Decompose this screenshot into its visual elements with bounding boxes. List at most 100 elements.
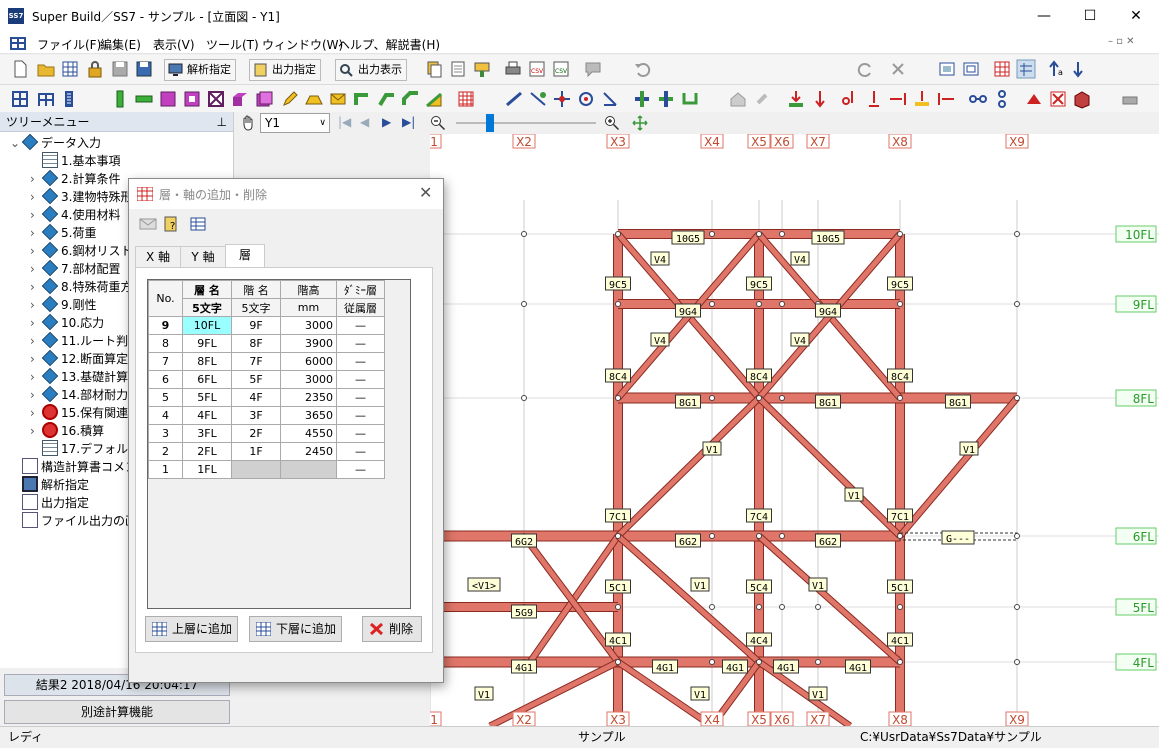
cell-no[interactable]: 5 — [148, 388, 183, 407]
cell-height[interactable]: 2450 — [280, 442, 337, 461]
column-icon[interactable] — [110, 89, 130, 109]
cell-dummy[interactable]: — — [336, 370, 385, 389]
csv-export-icon[interactable]: CSV — [527, 59, 547, 79]
cell-name[interactable]: 2FL — [182, 442, 232, 461]
table-row[interactable]: 3 3FL 2F 4550— — [148, 424, 385, 443]
cell-name[interactable]: 6FL — [182, 370, 232, 389]
table-view-icon[interactable] — [189, 216, 207, 232]
menu-window[interactable]: ウィンドウ(W) — [262, 36, 343, 53]
angle-icon[interactable] — [376, 89, 396, 109]
tree-item[interactable]: 1.基本事項 — [30, 152, 120, 170]
print-icon[interactable] — [503, 59, 523, 79]
table-row[interactable]: 8 9FL 8F 3900— — [148, 334, 385, 353]
tab-y-axis[interactable]: Y 軸 — [180, 246, 226, 268]
tree-item[interactable]: › 2.計算条件 — [30, 169, 120, 188]
cell-no[interactable]: 6 — [148, 370, 183, 389]
grid-file-icon[interactable] — [60, 59, 80, 79]
wall-3d-icon[interactable] — [254, 89, 274, 109]
rotate-icon[interactable] — [576, 89, 596, 109]
cell-name[interactable]: 5FL — [182, 388, 232, 407]
cell-height[interactable]: 3900 — [280, 334, 337, 353]
first-frame-button[interactable]: |◀ — [338, 115, 351, 129]
expander-icon[interactable]: › — [30, 188, 42, 206]
horizontal-load-icon[interactable] — [888, 89, 908, 109]
save-icon[interactable] — [110, 59, 130, 79]
output-spec-button[interactable]: 出力指定 — [249, 59, 321, 81]
add-above-button[interactable]: 上層に追加 — [145, 616, 238, 642]
zoom-in-icon[interactable] — [604, 115, 620, 131]
tree-item[interactable]: › 4.使用材料 — [30, 205, 120, 224]
tree-item[interactable]: › 9.剛性 — [30, 295, 96, 314]
cell-name[interactable]: 10FL — [182, 316, 232, 335]
analysis-button[interactable]: 解析指定 — [164, 59, 236, 81]
new-file-icon[interactable] — [10, 59, 30, 79]
cell-height[interactable]: 3650 — [280, 406, 337, 425]
tree-item[interactable]: › 13.基礎計算 — [30, 367, 128, 386]
tree-item[interactable]: › 15.保有関連 — [30, 404, 128, 422]
load-down-icon[interactable] — [786, 89, 806, 109]
member-icon[interactable] — [504, 89, 524, 109]
printer-settings-icon[interactable] — [1120, 89, 1140, 109]
splice-icon[interactable] — [656, 89, 676, 109]
view-frame-icon[interactable] — [937, 59, 957, 79]
zoom-out-icon[interactable] — [430, 115, 446, 131]
elevation-drawing[interactable]: X1 X1 X2 X2 X3 X3 X4 X4 X5 X5 X6 X6 X7 X7 X8 X8 X9 X9 10FL… — [404, 133, 1159, 730]
house-icon[interactable] — [728, 89, 748, 109]
close-button[interactable]: ✕ — [1113, 0, 1159, 32]
tree-item[interactable]: 出力指定 — [10, 494, 89, 512]
expander-icon[interactable]: › — [30, 350, 42, 368]
frame-elevation-icon[interactable] — [36, 89, 56, 109]
delete-grid-icon[interactable] — [1048, 89, 1068, 109]
cell-dummy[interactable]: — — [336, 316, 385, 335]
cell-no[interactable]: 1 — [148, 460, 183, 479]
table-row[interactable]: 9 10FL 9F 3000— — [148, 316, 385, 335]
undo-icon[interactable] — [632, 59, 652, 79]
cell-floor[interactable]: 7F — [231, 352, 281, 371]
fit-view-icon[interactable] — [632, 115, 648, 131]
add-below-button[interactable]: 下層に追加 — [249, 616, 342, 642]
link-icon[interactable] — [752, 89, 772, 109]
cell-no[interactable]: 7 — [148, 352, 183, 371]
last-frame-button[interactable]: ▶| — [402, 115, 415, 129]
table-row[interactable]: 6 6FL 5F 3000— — [148, 370, 385, 389]
point-load-icon[interactable] — [810, 89, 830, 109]
mdi-controls[interactable]: – ▫ ✕ — [1108, 36, 1135, 47]
cell-name[interactable]: 3FL — [182, 424, 232, 443]
dialog-close-button[interactable]: ✕ — [419, 183, 432, 202]
tree-item[interactable]: › 11.ルート判定 — [30, 331, 140, 350]
box-3d-icon[interactable] — [1072, 89, 1092, 109]
expander-icon[interactable]: ⌄ — [10, 134, 22, 152]
open-folder-icon[interactable] — [36, 59, 56, 79]
cell-no[interactable]: 2 — [148, 442, 183, 461]
comment-icon[interactable] — [583, 59, 603, 79]
expander-icon[interactable]: › — [30, 206, 42, 224]
expander-icon[interactable]: › — [30, 314, 42, 332]
table-row[interactable]: 4 4FL 3F 3650— — [148, 406, 385, 425]
beam-icon[interactable] — [134, 89, 154, 109]
tree-item[interactable]: 17.デフォルト — [30, 440, 140, 458]
tree-item[interactable]: › 8.特殊荷重方 — [30, 277, 132, 296]
joint-icon[interactable] — [632, 89, 652, 109]
cell-floor[interactable]: 9F — [231, 316, 281, 335]
tree-item[interactable]: › 6.鋼材リスト — [30, 241, 132, 260]
wall-icon[interactable] — [158, 89, 178, 109]
cell-dummy[interactable]: — — [336, 334, 385, 353]
frame-plan-icon[interactable] — [10, 89, 30, 109]
move-node-icon[interactable] — [600, 89, 620, 109]
tree-item[interactable]: › 12.断面算定 — [30, 349, 128, 368]
cell-name[interactable]: 8FL — [182, 352, 232, 371]
cell-no[interactable]: 3 — [148, 424, 183, 443]
stamp-icon[interactable] — [472, 59, 492, 79]
vertical-spring-icon[interactable] — [992, 89, 1012, 109]
cell-dummy[interactable]: — — [336, 406, 385, 425]
grid-select-icon[interactable] — [1016, 59, 1036, 79]
tab-x-axis[interactable]: X 軸 — [135, 246, 181, 268]
table-row[interactable]: 5 5FL 4F 2350— — [148, 388, 385, 407]
cell-height[interactable]: 3000 — [280, 370, 337, 389]
save-as-icon[interactable] — [134, 59, 154, 79]
document-list-icon[interactable] — [448, 59, 468, 79]
cell-no[interactable]: 8 — [148, 334, 183, 353]
sort-down-icon[interactable] — [1071, 59, 1091, 79]
lock-icon[interactable] — [85, 59, 105, 79]
tree-item[interactable]: › 3.建物特殊形 — [30, 187, 132, 206]
